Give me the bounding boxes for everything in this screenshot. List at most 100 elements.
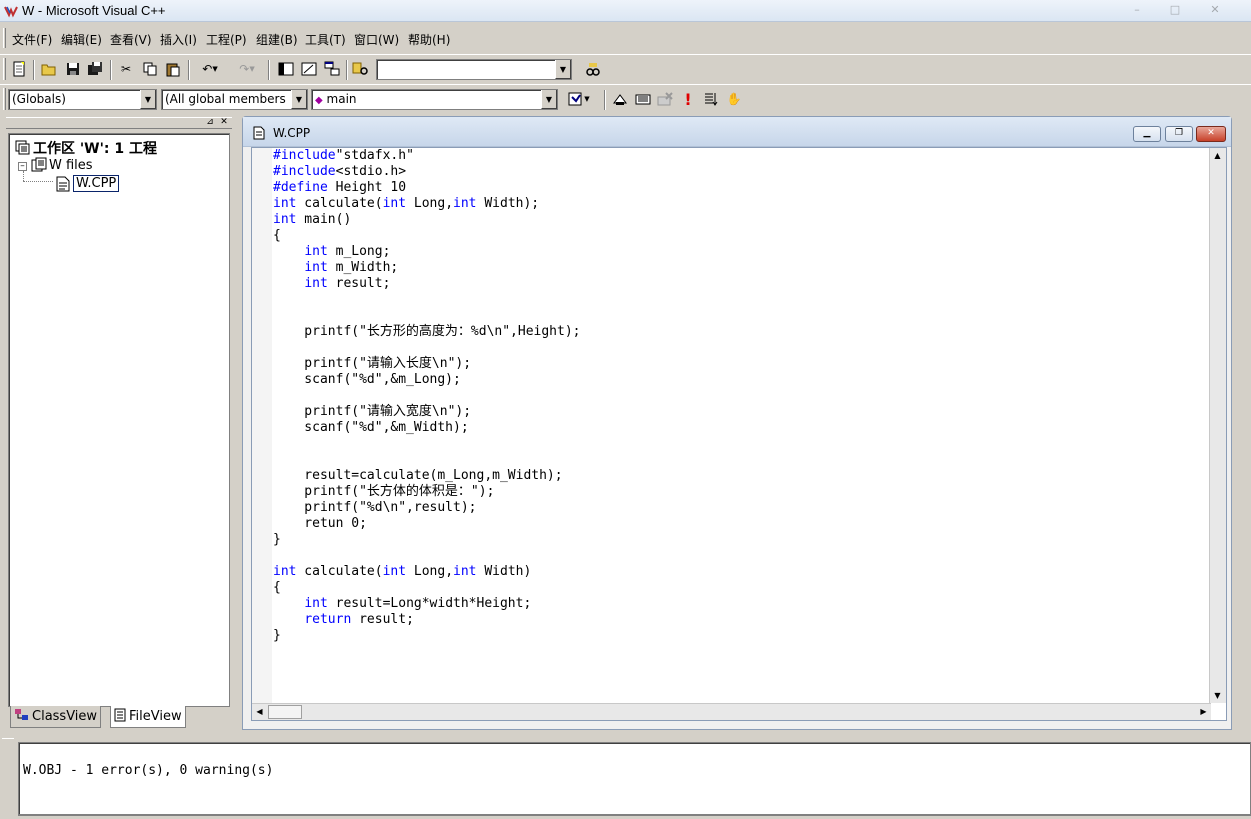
menu-insert[interactable]: 插入(I) (160, 31, 197, 48)
code-line[interactable] (273, 308, 581, 324)
wizard-actions-icon[interactable]: ▼ (562, 90, 596, 108)
go-icon[interactable] (702, 90, 720, 108)
menu-view[interactable]: 查看(V) (110, 31, 152, 48)
code-line[interactable] (273, 388, 581, 404)
code-line[interactable]: retun 0; (273, 516, 581, 532)
menu-file[interactable]: 文件(F) (12, 31, 52, 48)
maximize-button[interactable]: □ (1160, 2, 1190, 18)
source-code[interactable]: #include"stdafx.h" #include<stdio.h> #defi… (273, 148, 581, 644)
code-line[interactable] (273, 292, 581, 308)
output-toggle-icon[interactable] (300, 60, 318, 78)
members-combo[interactable]: (All global members ▼ (161, 89, 308, 110)
output-grip[interactable] (2, 738, 14, 819)
code-line[interactable] (273, 340, 581, 356)
find-in-files-icon[interactable] (352, 60, 370, 78)
vertical-scrollbar[interactable]: ▲ ▼ (1209, 148, 1226, 703)
scroll-down-icon[interactable]: ▼ (1210, 688, 1225, 703)
build-icon[interactable] (634, 90, 652, 108)
editor-title-bar[interactable]: W.CPP ▁ ❐ ✕ (243, 117, 1231, 147)
toolbar-grip[interactable] (3, 88, 6, 110)
scroll-left-icon[interactable]: ◀ (252, 704, 267, 719)
compile-icon[interactable] (611, 90, 629, 108)
scroll-up-icon[interactable]: ▲ (1210, 148, 1225, 163)
menu-edit[interactable]: 编辑(E) (61, 31, 102, 48)
save-all-icon[interactable] (86, 60, 104, 78)
code-line[interactable]: } (273, 628, 581, 644)
code-line[interactable] (273, 436, 581, 452)
editor-restore-button[interactable]: ❐ (1165, 126, 1193, 142)
workspace-toggle-icon[interactable] (277, 60, 295, 78)
code-line[interactable]: int calculate(int Long,int Width) (273, 564, 581, 580)
scope-combo[interactable]: (Globals) ▼ (8, 89, 157, 110)
code-line[interactable]: printf("长方形的高度为：%d\n",Height); (273, 324, 580, 340)
stop-build-icon[interactable] (656, 90, 674, 108)
code-line[interactable]: printf("请输入宽度\n"); (273, 404, 581, 420)
code-line[interactable]: printf("%d\n",result); (273, 500, 581, 516)
cut-icon[interactable]: ✂ (117, 60, 135, 78)
code-line[interactable]: scanf("%d",&m_Long); (273, 372, 581, 388)
redo-icon[interactable]: ↷ ▼ (232, 60, 262, 78)
save-icon[interactable] (64, 60, 82, 78)
code-line[interactable]: scanf("%d",&m_Width); (273, 420, 581, 436)
toolbar-grip[interactable] (3, 58, 6, 80)
code-line[interactable]: #define Height 10 (273, 180, 581, 196)
breakpoint-hand-icon[interactable]: ✋ (725, 90, 743, 108)
execute-icon[interactable]: ! (679, 90, 697, 109)
editor-minimize-button[interactable]: ▁ (1133, 126, 1161, 142)
menu-window[interactable]: 窗口(W) (354, 31, 399, 48)
copy-icon[interactable] (141, 60, 159, 78)
editor-gutter[interactable] (252, 148, 272, 703)
code-editor[interactable]: #include"stdafx.h" #include<stdio.h> #defi… (251, 147, 1227, 721)
chevron-down-icon[interactable]: ▼ (291, 90, 307, 109)
chevron-down-icon[interactable]: ▼ (555, 60, 571, 79)
menubar-grip[interactable] (3, 28, 6, 48)
tree-file-wcpp[interactable]: W.CPP (55, 175, 120, 192)
code-line[interactable]: #include"stdafx.h" (273, 148, 581, 164)
code-line[interactable]: result=calculate(m_Long,m_Width); (273, 468, 581, 484)
chevron-down-icon[interactable]: ▼ (541, 90, 557, 109)
code-line[interactable]: return result; (273, 612, 581, 628)
tree-project[interactable]: W files (31, 157, 93, 173)
scroll-right-icon[interactable]: ▶ (1196, 704, 1211, 719)
menu-build[interactable]: 组建(B) (256, 31, 298, 48)
undock-icon[interactable]: ⊿ (204, 117, 216, 129)
code-line[interactable]: int calculate(int Long,int Width); (273, 196, 581, 212)
workspace-header[interactable] (6, 117, 232, 129)
code-line[interactable] (273, 452, 581, 468)
code-line[interactable]: { (273, 580, 581, 596)
close-button[interactable]: ✕ (1200, 2, 1230, 18)
output-tabs[interactable] (18, 815, 1251, 819)
chevron-down-icon[interactable]: ▼ (140, 90, 156, 109)
window-list-icon[interactable] (323, 60, 341, 78)
open-folder-icon[interactable] (40, 60, 58, 78)
editor-close-button[interactable]: ✕ (1196, 126, 1226, 142)
minimize-button[interactable]: – (1122, 2, 1152, 18)
code-line[interactable]: } (273, 532, 581, 548)
tab-fileview[interactable]: FileView (110, 706, 186, 728)
new-file-icon[interactable] (10, 60, 28, 78)
menu-tools[interactable]: 工具(T) (305, 31, 346, 48)
undo-icon[interactable]: ↶ ▼ (195, 60, 225, 78)
code-line[interactable] (273, 548, 581, 564)
close-icon[interactable]: ✕ (218, 117, 230, 129)
paste-icon[interactable] (164, 60, 182, 78)
tab-classview[interactable]: ClassView (10, 706, 102, 728)
code-line[interactable]: { (273, 228, 581, 244)
tree-workspace-root[interactable]: 工作区 'W': 1 工程 (15, 138, 157, 158)
code-line[interactable]: #include<stdio.h> (273, 164, 581, 180)
output-box[interactable]: W.OBJ - 1 error(s), 0 warning(s) (18, 742, 1251, 815)
menu-project[interactable]: 工程(P) (206, 31, 247, 48)
code-line[interactable]: int result=Long*width*Height; (273, 596, 581, 612)
find-icon[interactable] (584, 60, 602, 78)
function-combo[interactable]: ◆ main ▼ (311, 89, 558, 110)
find-combo[interactable]: ▼ (376, 59, 572, 80)
code-line[interactable]: int m_Long; (273, 244, 581, 260)
menu-help[interactable]: 帮助(H) (408, 31, 450, 48)
code-line[interactable]: printf("长方体的体积是："); (273, 484, 581, 500)
collapse-icon[interactable]: – (18, 162, 27, 171)
code-line[interactable]: int main() (273, 212, 581, 228)
horizontal-scroll-thumb[interactable] (268, 705, 302, 719)
code-line[interactable]: int result; (273, 276, 581, 292)
code-line[interactable]: int m_Width; (273, 260, 581, 276)
horizontal-scrollbar[interactable]: ◀ ▶ (252, 703, 1211, 720)
